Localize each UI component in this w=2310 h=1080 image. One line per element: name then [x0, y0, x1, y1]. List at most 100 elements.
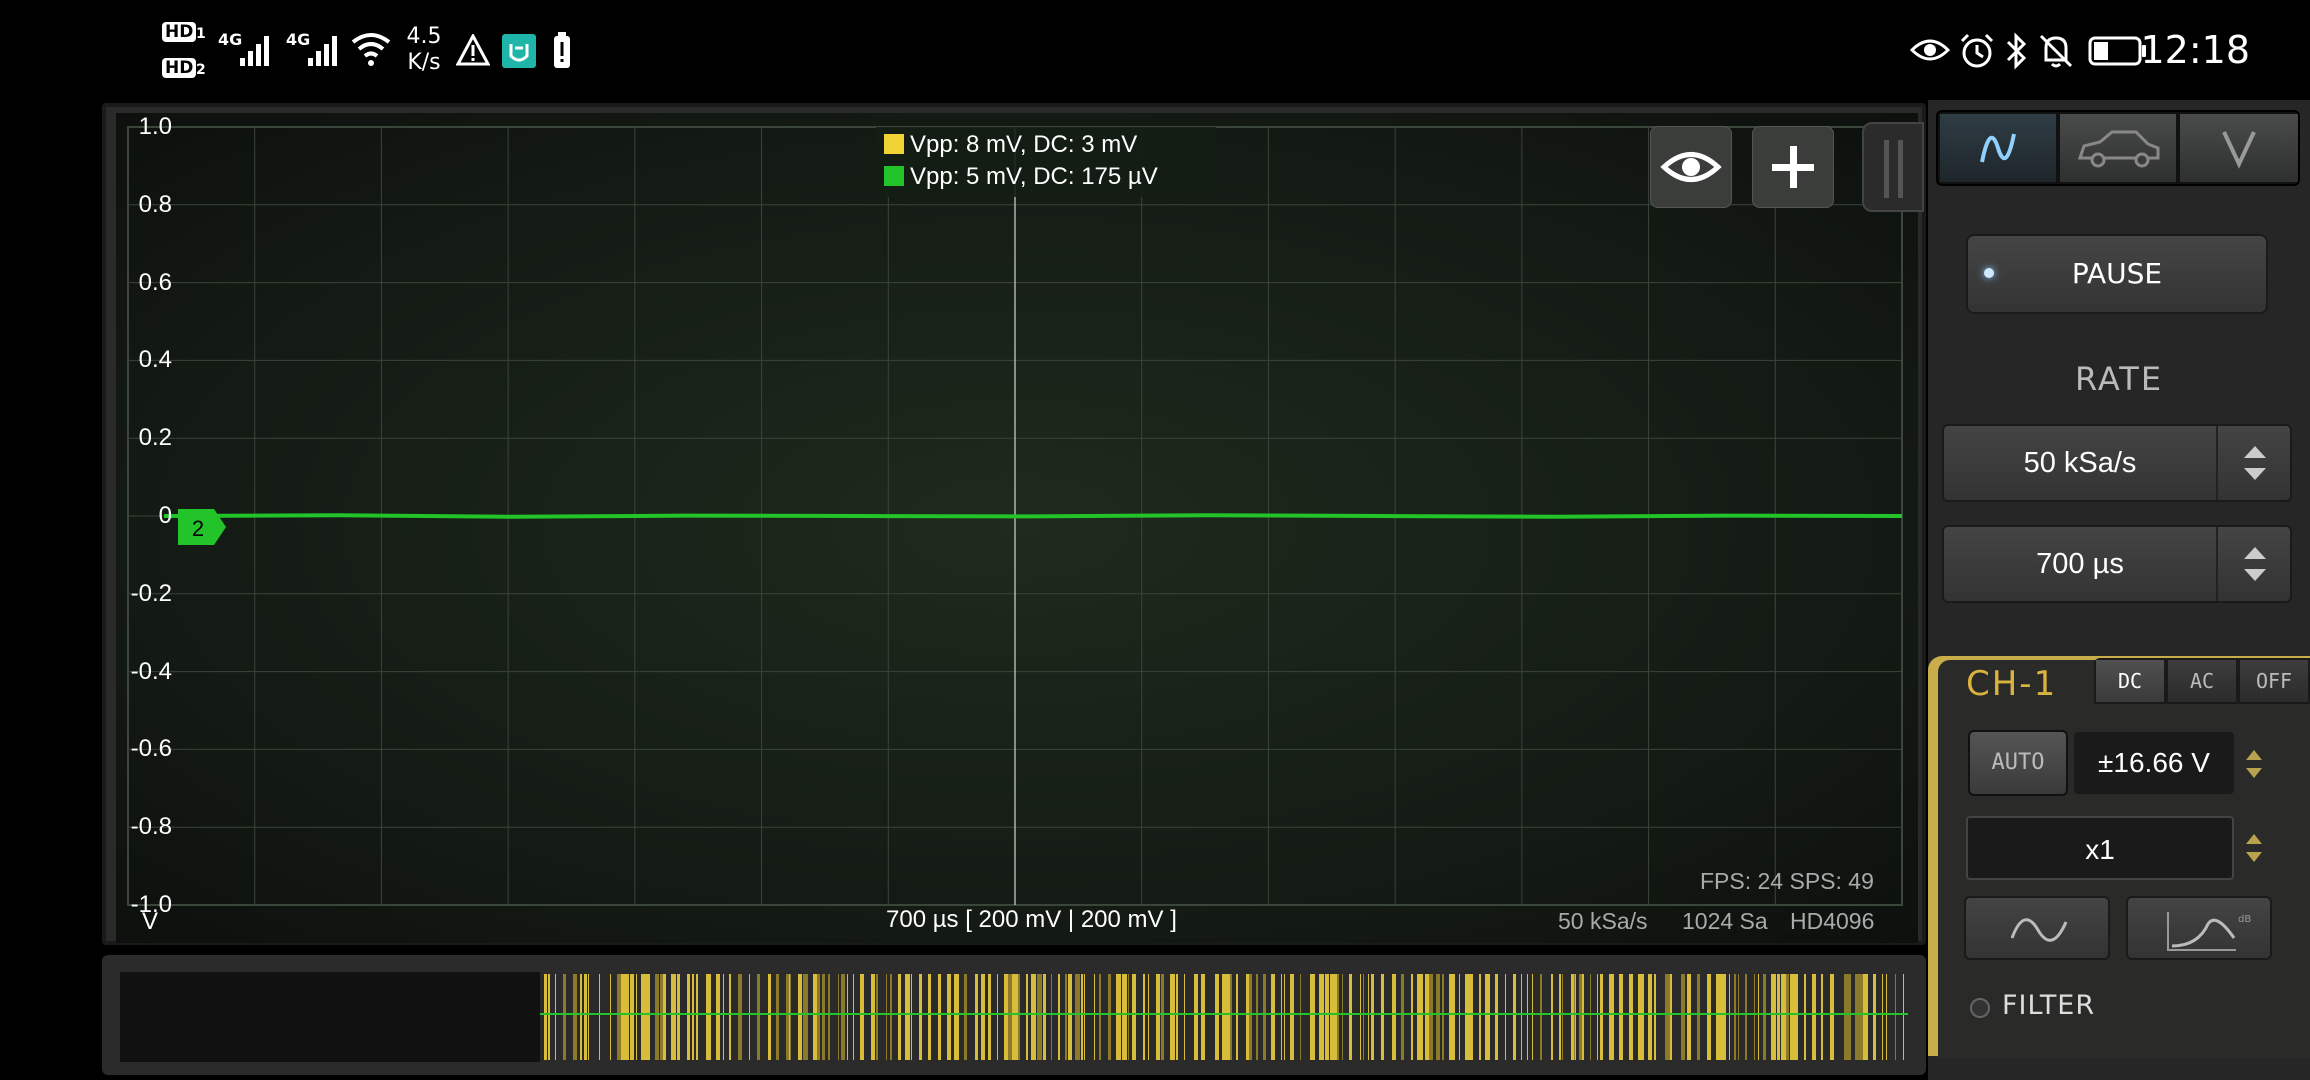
overview-sample-bar: [1687, 974, 1691, 1060]
overview-sample-bar: [981, 974, 985, 1060]
waveform-plot[interactable]: [116, 113, 1918, 943]
svg-text:dB: dB: [2238, 914, 2251, 925]
voltmeter-v-icon: [2222, 131, 2256, 169]
filter-curve-button[interactable]: dB: [2126, 896, 2272, 960]
range-value[interactable]: ±16.66 V: [2074, 732, 2234, 794]
overview-sample-bar: [1325, 974, 1329, 1060]
overview-sample-bar: [1590, 974, 1591, 1060]
panel-drag-handle[interactable]: [1862, 122, 1924, 212]
y-tick-label: 1.0: [138, 113, 172, 140]
overview-sample-bar: [1417, 974, 1420, 1060]
overview-sample-bar: [621, 974, 626, 1060]
overview-sample-bar: [847, 974, 848, 1060]
overview-sample-bar: [1065, 974, 1067, 1060]
overview-sample-bar: [928, 974, 931, 1060]
overview-sample-bar: [1734, 974, 1736, 1060]
tab-voltmeter[interactable]: [2180, 114, 2298, 182]
overview-sample-bar: [1368, 974, 1369, 1060]
auto-range-button[interactable]: AUTO: [1968, 730, 2068, 796]
net-speed-unit: K/s: [407, 50, 441, 75]
overview-sample-bar: [1648, 974, 1652, 1060]
probe-value[interactable]: x1: [1966, 816, 2234, 880]
tab-oscilloscope[interactable]: [1940, 114, 2056, 182]
overview-sample-bar: [1401, 974, 1404, 1060]
overview-sample-bar: [1786, 974, 1789, 1060]
overview-sample-bar: [646, 974, 650, 1060]
y-tick-label: -0.8: [130, 813, 172, 841]
coupling-ac-button[interactable]: AC: [2168, 660, 2236, 702]
samples-info: 1024 Sa: [1682, 908, 1768, 934]
overview-sample-bar: [1479, 974, 1481, 1060]
overview-sample-bar: [1084, 974, 1085, 1060]
mute-bell-icon: [2039, 34, 2073, 68]
y-tick-label: -0.6: [130, 735, 172, 763]
overview-sample-bar: [655, 974, 659, 1060]
overview-sample-bar: [838, 974, 839, 1060]
overview-waveform: [540, 972, 1908, 1062]
y-tick-label: -0.4: [130, 657, 172, 685]
overview-sample-bar: [886, 974, 887, 1060]
overview-sample-bar: [1310, 974, 1315, 1060]
overview-sample-bar: [1729, 974, 1730, 1060]
coupling-selector: DC AC OFF: [2094, 658, 2310, 704]
samplerate-info: 50 kSa/s: [1558, 908, 1648, 934]
overview-sample-bar: [1215, 974, 1219, 1060]
overview-sample-bar: [1236, 974, 1238, 1060]
overview-sample-bar: [1527, 974, 1528, 1060]
plus-icon: [1772, 146, 1814, 188]
overview-sample-bar: [1597, 974, 1598, 1060]
overview-sample-bar: [1895, 974, 1896, 1060]
coupling-dc-button[interactable]: DC: [2096, 660, 2164, 702]
tab-automotive[interactable]: [2060, 114, 2176, 182]
range-stepper-icon[interactable]: [2240, 742, 2268, 786]
overview-sample-bar: [1429, 974, 1433, 1060]
rate-stepper[interactable]: [2216, 426, 2290, 500]
plot-area[interactable]: [116, 113, 1918, 943]
pause-button[interactable]: PAUSE: [1966, 234, 2268, 314]
device-info: HD4096: [1790, 908, 1875, 934]
overview-sample-bar: [1600, 974, 1603, 1060]
overview-sample-bar: [1122, 974, 1127, 1060]
y-tick-label: 0: [158, 502, 172, 529]
overview-sample-bar: [677, 974, 680, 1060]
legend-ch1-swatch: [884, 134, 904, 154]
legend-ch2-text: Vpp: 5 mV, DC: 175 µV: [910, 163, 1158, 190]
overview-sample-bar: [617, 974, 621, 1060]
timebase-select[interactable]: 700 µs: [1942, 525, 2292, 603]
timebase-stepper[interactable]: [2216, 527, 2290, 601]
filter-toggle-led[interactable]: [1970, 998, 1990, 1018]
filter-label[interactable]: FILTER: [2002, 990, 2095, 1021]
overview-sample-bar: [803, 974, 808, 1060]
signal2-icon: [308, 36, 337, 66]
coupling-off-button[interactable]: OFF: [2240, 660, 2308, 702]
bluetooth-icon: [2006, 32, 2027, 70]
overview-sample-bar: [1436, 974, 1440, 1060]
pause-label: PAUSE: [2071, 257, 2163, 290]
measurement-legend: Vpp: 8 mV, DC: 3 mV Vpp: 5 mV, DC: 175 µ…: [876, 127, 1216, 197]
overview-sample-bar: [1274, 974, 1275, 1060]
rate-select[interactable]: 50 kSa/s: [1942, 424, 2292, 502]
overview-strip[interactable]: [120, 972, 1908, 1062]
waveform-shape-button[interactable]: [1964, 896, 2110, 960]
clock: 12:18: [2140, 28, 2250, 72]
visibility-button[interactable]: [1650, 126, 1732, 208]
overview-sample-bar: [1349, 974, 1352, 1060]
overview-sample-bar: [1008, 974, 1012, 1060]
overview-sample-bar: [1161, 974, 1164, 1060]
overview-sample-bar: [729, 974, 731, 1060]
probe-stepper-icon[interactable]: [2240, 826, 2268, 870]
overview-sample-bar: [1495, 974, 1498, 1060]
pause-indicator-led: [1984, 268, 1994, 278]
channel2-zero-marker[interactable]: 2: [178, 509, 228, 545]
overview-sample-bar: [1281, 974, 1282, 1060]
overview-sample-bar: [1068, 974, 1072, 1060]
overview-sample-bar: [1108, 974, 1111, 1060]
overview-sample-bar: [599, 974, 600, 1060]
overview-sample-bar: [1697, 974, 1700, 1060]
overview-sample-bar: [1754, 974, 1755, 1060]
timebase-value: 700 µs: [2036, 548, 2124, 580]
overview-sample-bar: [1230, 974, 1232, 1060]
overview-sample-bar: [696, 974, 698, 1060]
overview-sample-bar: [1363, 974, 1364, 1060]
add-button[interactable]: [1752, 126, 1834, 208]
